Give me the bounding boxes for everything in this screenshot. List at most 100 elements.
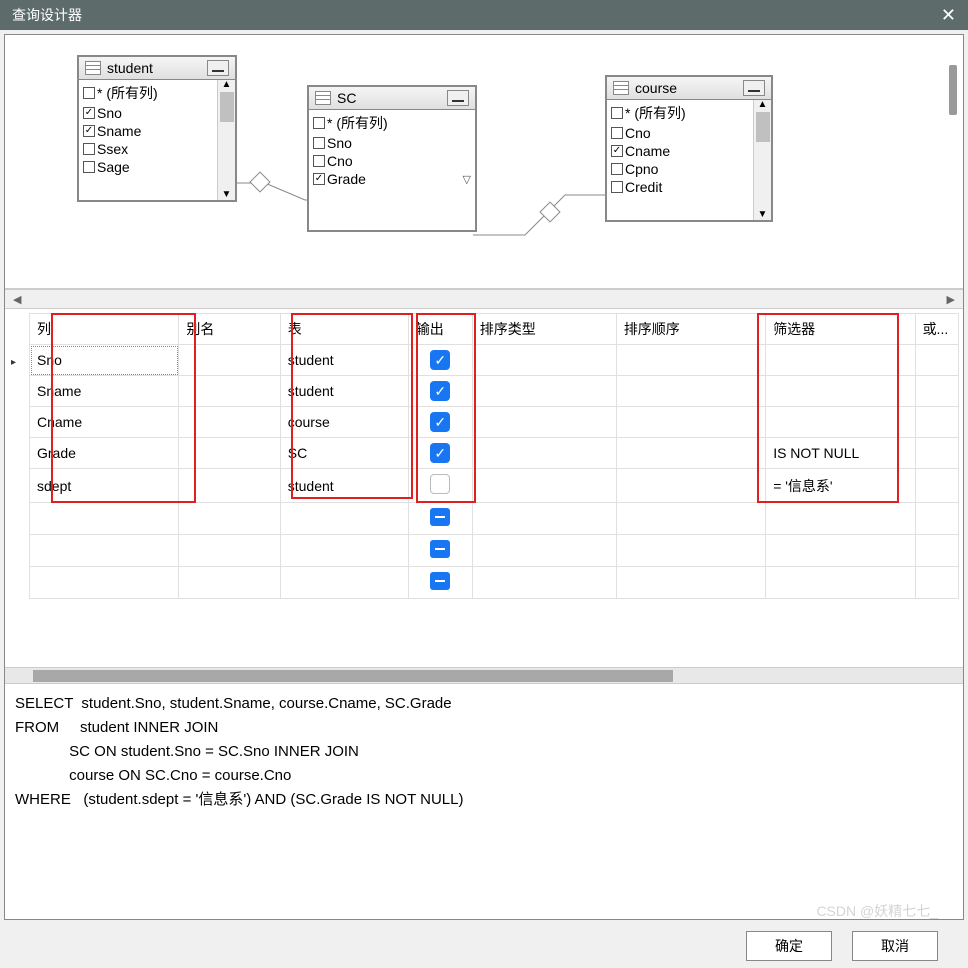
table-scrollbar[interactable]: ▲ ▼ (217, 80, 235, 200)
scroll-down-icon[interactable]: ▼ (222, 190, 232, 200)
cell-or[interactable] (915, 503, 958, 535)
table-column-row[interactable]: Ssex (83, 140, 213, 158)
cell-filter[interactable] (766, 567, 915, 599)
cell-alias[interactable] (179, 503, 280, 535)
column-checkbox[interactable] (313, 155, 325, 167)
scroll-down-icon[interactable]: ▼ (758, 210, 768, 220)
table-column-row[interactable]: Credit (611, 178, 749, 196)
criteria-table[interactable]: 列 别名 表 输出 排序类型 排序顺序 筛选器 或... Snostudent✓… (29, 313, 959, 599)
table-cols-student[interactable]: * (所有列)SnoSnameSsexSage (79, 80, 217, 200)
cell-sorttype[interactable] (472, 469, 616, 503)
cell-output[interactable]: ✓ (408, 345, 472, 376)
cell-alias[interactable] (179, 376, 280, 407)
table-column-row[interactable]: Grade▽ (313, 170, 471, 188)
ok-button[interactable]: 确定 (746, 931, 832, 961)
cell-sortorder[interactable] (616, 535, 765, 567)
cell-filter[interactable] (766, 503, 915, 535)
diagram-pane[interactable]: student * (所有列)SnoSnameSsexSage ▲ ▼ SC (5, 35, 963, 289)
cell-filter[interactable] (766, 407, 915, 438)
cell-output[interactable]: ✓ (408, 376, 472, 407)
cell-sorttype[interactable] (472, 376, 616, 407)
sql-pane[interactable]: SELECT student.Sno, student.Sname, cours… (5, 684, 963, 919)
table-title-course[interactable]: course (607, 77, 771, 100)
column-checkbox[interactable] (611, 181, 623, 193)
grid-row-empty[interactable] (30, 503, 959, 535)
checkbox-checked-icon[interactable]: ✓ (430, 381, 450, 401)
grid-row-empty[interactable] (30, 567, 959, 599)
scroll-thumb[interactable] (220, 92, 234, 122)
table-column-row[interactable]: Sno (313, 134, 471, 152)
cell-or[interactable] (915, 345, 958, 376)
cell-sortorder[interactable] (616, 567, 765, 599)
checkbox-checked-icon[interactable]: ✓ (430, 412, 450, 432)
cell-col[interactable]: Sno (30, 345, 179, 376)
dash-icon[interactable] (430, 508, 450, 526)
cell-output[interactable] (408, 535, 472, 567)
column-checkbox[interactable] (83, 107, 95, 119)
header-or[interactable]: 或... (915, 314, 958, 345)
cell-or[interactable] (915, 438, 958, 469)
grid-row[interactable]: GradeSC✓IS NOT NULL (30, 438, 959, 469)
header-filter[interactable]: 筛选器 (766, 314, 915, 345)
table-title-student[interactable]: student (79, 57, 235, 80)
checkbox-checked-icon[interactable]: ✓ (430, 350, 450, 370)
cell-table[interactable]: course (280, 407, 408, 438)
minimize-icon[interactable] (447, 90, 469, 106)
cell-sortorder[interactable] (616, 469, 765, 503)
cancel-button[interactable]: 取消 (852, 931, 938, 961)
table-column-row[interactable]: * (所有列) (611, 102, 749, 124)
grid-row[interactable]: Cnamecourse✓ (30, 407, 959, 438)
grid-row[interactable]: Sno student ✓ (30, 345, 959, 376)
cell-col[interactable] (30, 535, 179, 567)
cell-or[interactable] (915, 407, 958, 438)
table-column-row[interactable]: Sage (83, 158, 213, 176)
cell-table[interactable]: student (280, 345, 408, 376)
scroll-up-icon[interactable]: ▲ (758, 100, 768, 110)
cell-output[interactable]: ✓ (408, 438, 472, 469)
cell-alias[interactable] (179, 407, 280, 438)
cell-alias[interactable] (179, 469, 280, 503)
cell-table[interactable]: student (280, 376, 408, 407)
column-checkbox[interactable] (83, 161, 95, 173)
table-cols-sc[interactable]: * (所有列)SnoCnoGrade▽ (309, 110, 475, 230)
cell-sortorder[interactable] (616, 407, 765, 438)
cell-col[interactable] (30, 567, 179, 599)
cell-alias[interactable] (179, 567, 280, 599)
cell-output[interactable]: ✓ (408, 407, 472, 438)
cell-or[interactable] (915, 535, 958, 567)
header-sortorder[interactable]: 排序顺序 (616, 314, 765, 345)
table-column-row[interactable]: Cno (313, 152, 471, 170)
column-checkbox[interactable] (313, 137, 325, 149)
cell-sortorder[interactable] (616, 438, 765, 469)
cell-sorttype[interactable] (472, 345, 616, 376)
cell-or[interactable] (915, 567, 958, 599)
table-column-row[interactable]: Sname (83, 122, 213, 140)
cell-filter[interactable] (766, 376, 915, 407)
table-column-row[interactable]: Sno (83, 104, 213, 122)
cell-table[interactable] (280, 567, 408, 599)
criteria-grid[interactable]: ▸ 列 别名 表 输出 排序类型 排序顺序 筛选器 或... Snostuden… (5, 309, 963, 684)
column-checkbox[interactable] (611, 163, 623, 175)
cell-sorttype[interactable] (472, 438, 616, 469)
table-box-student[interactable]: student * (所有列)SnoSnameSsexSage ▲ ▼ (77, 55, 237, 202)
cell-col[interactable]: Sname (30, 376, 179, 407)
header-table[interactable]: 表 (280, 314, 408, 345)
cell-or[interactable] (915, 469, 958, 503)
cell-alias[interactable] (179, 535, 280, 567)
grid-hscroll-thumb[interactable] (33, 670, 673, 682)
cell-table[interactable]: student (280, 469, 408, 503)
column-checkbox[interactable] (313, 117, 325, 129)
checkbox-empty-icon[interactable] (430, 474, 450, 494)
column-checkbox[interactable] (611, 107, 623, 119)
table-column-row[interactable]: Cno (611, 124, 749, 142)
cell-filter[interactable]: IS NOT NULL (766, 438, 915, 469)
scroll-left-icon[interactable]: ◀ (13, 293, 21, 306)
cell-filter[interactable] (766, 345, 915, 376)
cell-or[interactable] (915, 376, 958, 407)
diagram-hscroll[interactable]: ◀ ▶ (5, 289, 963, 309)
table-column-row[interactable]: * (所有列) (313, 112, 471, 134)
close-icon[interactable]: ✕ (941, 5, 956, 26)
grid-row-empty[interactable] (30, 535, 959, 567)
header-sorttype[interactable]: 排序类型 (472, 314, 616, 345)
cell-col[interactable]: sdept (30, 469, 179, 503)
